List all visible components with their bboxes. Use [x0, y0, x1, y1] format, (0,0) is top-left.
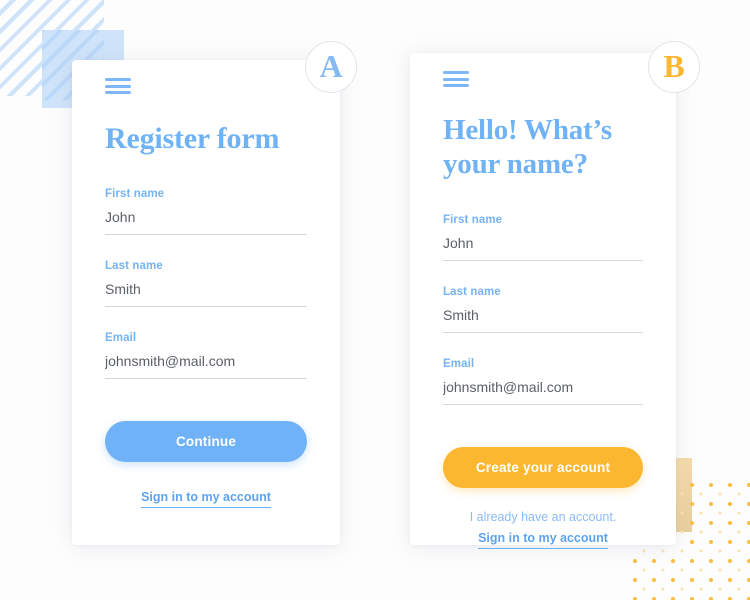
- existing-account-note: I already have an account.: [469, 509, 617, 524]
- avatar-badge-a[interactable]: A: [305, 41, 357, 93]
- register-form-card: Register form First name Last name Email…: [72, 60, 340, 545]
- create-account-button[interactable]: Create your account: [443, 446, 643, 488]
- last-name-field: Last name: [105, 260, 307, 308]
- hamburger-bar: [443, 71, 469, 74]
- sign-in-link[interactable]: Sign in to my account: [478, 531, 608, 549]
- last-name-label: Last name: [105, 260, 163, 273]
- first-name-input[interactable]: [443, 234, 643, 261]
- email-label: Email: [443, 357, 475, 370]
- hello-card-footer: I already have an account. Sign in to my…: [443, 510, 643, 549]
- first-name-input[interactable]: [105, 209, 307, 236]
- email-input[interactable]: [105, 353, 307, 380]
- hello-form-card: Hello! What’s your name? First name Last…: [410, 53, 676, 549]
- hamburger-bar: [105, 78, 131, 81]
- first-name-field: First name: [443, 214, 643, 261]
- email-field: Email: [105, 332, 307, 380]
- avatar-badge-b[interactable]: B: [648, 41, 700, 93]
- email-input[interactable]: [443, 378, 643, 405]
- create-account-button-wrap: Create your account: [443, 446, 643, 488]
- hamburger-bar: [443, 84, 469, 87]
- hamburger-menu-icon[interactable]: [105, 78, 131, 94]
- first-name-label: First name: [443, 213, 503, 226]
- last-name-input[interactable]: [443, 306, 643, 333]
- page-title: Register form: [105, 122, 280, 155]
- continue-button[interactable]: Continue: [105, 421, 307, 463]
- last-name-label: Last name: [443, 285, 501, 298]
- hamburger-menu-icon[interactable]: [443, 71, 469, 87]
- continue-button-wrap: Continue: [105, 421, 307, 463]
- avatar-letter: A: [319, 47, 343, 84]
- last-name-input[interactable]: [105, 281, 307, 308]
- page-title: Hello! What’s your name?: [443, 114, 612, 180]
- register-fields: First name Last name Email: [105, 188, 307, 380]
- sign-in-link[interactable]: Sign in to my account: [141, 490, 271, 509]
- register-card-footer: Sign in to my account: [105, 488, 307, 509]
- last-name-field: Last name: [443, 286, 643, 333]
- email-field: Email: [443, 358, 643, 405]
- hamburger-bar: [105, 84, 131, 88]
- avatar-letter: B: [663, 47, 685, 84]
- first-name-field: First name: [105, 188, 307, 236]
- hello-fields: First name Last name Email: [443, 214, 643, 405]
- email-label: Email: [105, 332, 137, 345]
- first-name-label: First name: [105, 188, 165, 201]
- hamburger-bar: [105, 91, 131, 94]
- hamburger-bar: [443, 77, 469, 81]
